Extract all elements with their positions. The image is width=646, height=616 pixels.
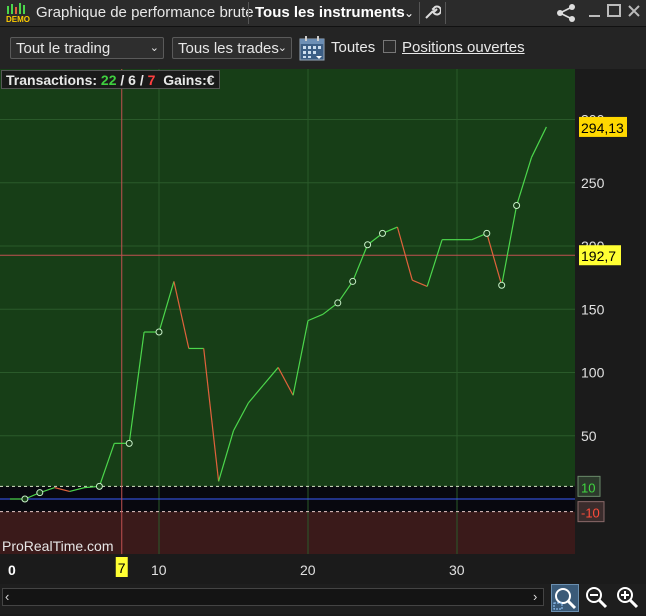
zoom-out-icon[interactable] bbox=[583, 584, 611, 612]
demo-badge-icon: DEMO bbox=[6, 3, 30, 24]
x-tick-label: 10 bbox=[151, 562, 167, 578]
zoom-selection-icon[interactable] bbox=[551, 584, 579, 612]
title-bar: DEMO Graphique de performance brute Tous… bbox=[0, 0, 646, 27]
trade-point[interactable] bbox=[36, 489, 44, 497]
zoom-in-icon[interactable] bbox=[614, 584, 642, 612]
trade-point[interactable] bbox=[498, 281, 506, 289]
stats-losers: 7 bbox=[147, 72, 156, 88]
scroll-right-icon[interactable]: › bbox=[533, 589, 537, 604]
maximize-icon[interactable] bbox=[604, 3, 624, 23]
close-icon[interactable] bbox=[624, 3, 644, 23]
open-positions-label[interactable]: Positions ouvertes bbox=[402, 39, 525, 56]
app-title: Graphique de performance brute bbox=[36, 4, 254, 21]
open-positions-checkbox[interactable] bbox=[383, 40, 396, 53]
last-value-label: 294,13 bbox=[581, 120, 624, 136]
y-tick-label: 250 bbox=[581, 175, 605, 191]
stats-separator: / bbox=[139, 72, 144, 88]
stats-separator: / bbox=[120, 72, 125, 88]
trades-select-value: Tous les trades bbox=[178, 40, 279, 57]
all-label: Toutes bbox=[331, 39, 376, 56]
instrument-selector[interactable]: Tous les instruments ⌄ bbox=[250, 0, 418, 26]
stats-winners: 6 bbox=[128, 72, 136, 88]
trade-point[interactable] bbox=[125, 439, 133, 447]
chart-canvas[interactable]: 501001502002503000102030294,13192,7710-1… bbox=[0, 69, 646, 584]
stats-gains-label: Gains: bbox=[163, 72, 207, 88]
stats-transactions-label: Transactions: bbox=[6, 72, 98, 88]
cursor-value-label: 192,7 bbox=[581, 248, 616, 264]
title-divider bbox=[419, 2, 420, 24]
title-divider bbox=[445, 2, 446, 24]
wrench-icon[interactable] bbox=[422, 3, 442, 23]
chevron-down-icon: ⌄ bbox=[277, 42, 287, 54]
trade-point[interactable] bbox=[21, 495, 29, 503]
calendar-icon[interactable] bbox=[299, 35, 325, 61]
trade-point[interactable] bbox=[513, 202, 521, 210]
performance-chart[interactable]: 501001502002503000102030294,13192,7710-1… bbox=[0, 69, 646, 584]
trade-point[interactable] bbox=[379, 229, 386, 237]
x-tick-label: 30 bbox=[449, 562, 465, 578]
stats-total: 22 bbox=[100, 72, 117, 88]
y-tick-label: 50 bbox=[581, 428, 597, 444]
minimize-icon[interactable] bbox=[585, 3, 605, 23]
stats-panel: Transactions: 22 / 6 / 7 Gains:€ bbox=[1, 70, 220, 89]
chevron-down-icon: ⌄ bbox=[149, 42, 159, 54]
period-select[interactable]: Tout le trading ⌄ bbox=[10, 37, 164, 59]
trade-point[interactable] bbox=[349, 277, 357, 285]
x-axis-panel bbox=[0, 554, 646, 584]
chevron-down-icon: ⌄ bbox=[404, 6, 415, 20]
demo-badge-text: DEMO bbox=[6, 15, 30, 24]
chart-scrollbar[interactable]: ‹ › bbox=[0, 584, 646, 614]
trade-point[interactable] bbox=[155, 328, 163, 336]
y-tick-label: 150 bbox=[581, 301, 605, 317]
trade-point[interactable] bbox=[95, 482, 103, 490]
upper-band-label: 10 bbox=[581, 480, 595, 495]
trade-point[interactable] bbox=[334, 299, 342, 307]
cursor-x-label: 7 bbox=[118, 560, 126, 576]
instrument-selector-label: Tous les instruments bbox=[255, 4, 405, 21]
title-divider bbox=[248, 2, 249, 24]
share-icon[interactable] bbox=[555, 3, 577, 23]
trades-select[interactable]: Tous les trades ⌄ bbox=[172, 37, 292, 59]
filter-toolbar: Tout le trading ⌄ Tous les trades ⌄ Tout… bbox=[0, 27, 646, 69]
profit-zone bbox=[0, 69, 575, 512]
scroll-track[interactable]: ‹ › bbox=[2, 588, 544, 606]
scroll-left-icon[interactable]: ‹ bbox=[5, 589, 9, 604]
lower-band-label: -10 bbox=[581, 506, 600, 521]
stats-currency: € bbox=[206, 72, 215, 88]
y-tick-label: 100 bbox=[581, 365, 605, 381]
watermark: ProRealTime.com bbox=[2, 538, 114, 554]
x-tick-label: 20 bbox=[300, 562, 316, 578]
trade-point[interactable] bbox=[483, 229, 491, 237]
trade-point[interactable] bbox=[364, 241, 372, 249]
x-tick-label: 0 bbox=[8, 562, 16, 578]
period-select-value: Tout le trading bbox=[16, 40, 111, 57]
